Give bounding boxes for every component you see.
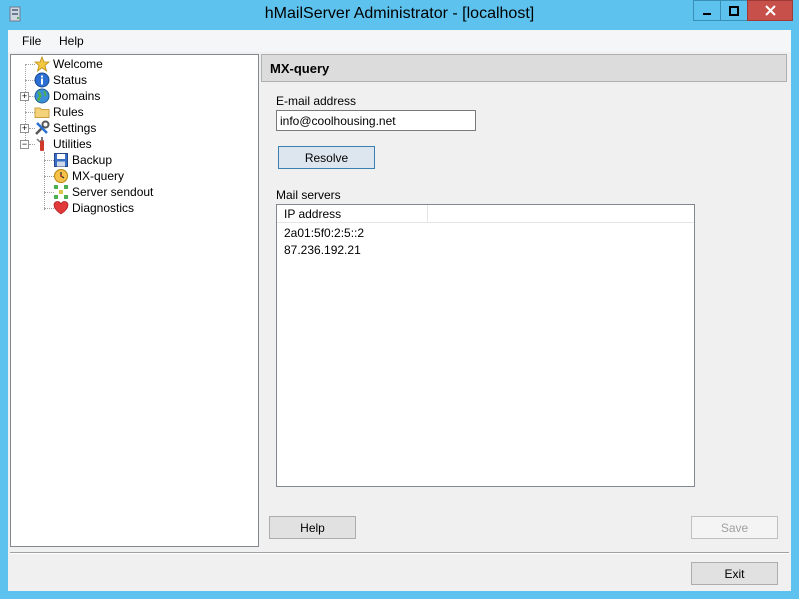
tree-item-label: Settings [53, 121, 97, 135]
minimize-icon [703, 12, 711, 15]
settings-expander[interactable]: + [20, 124, 29, 133]
tree-item-label: Backup [72, 153, 113, 167]
floppy-icon [54, 153, 68, 167]
utilities-icon [36, 137, 44, 151]
page-title: MX-query [270, 61, 330, 76]
exit-button[interactable]: Exit [691, 562, 778, 585]
save-button[interactable]: Save [691, 516, 778, 539]
tree-item-server-sendout[interactable]: Server sendout [53, 184, 153, 200]
title-bar[interactable]: hMailServer Administrator - [localhost] [0, 0, 799, 30]
globe-icon [34, 88, 50, 104]
domains-expander[interactable]: + [20, 92, 29, 101]
email-label: E-mail address [276, 94, 357, 108]
column-header-ip-address[interactable]: IP address [277, 205, 428, 223]
main-window: hMailServer Administrator - [localhost] … [0, 0, 799, 599]
tree-item-label: Diagnostics [72, 201, 135, 215]
tree-item-settings[interactable]: Settings [34, 120, 96, 136]
maximize-icon [729, 5, 739, 16]
tools-icon [35, 120, 50, 135]
panel-header: MX-query [261, 54, 787, 82]
window-title: hMailServer Administrator - [localhost] [264, 5, 535, 22]
tree-item-welcome[interactable]: Welcome [34, 56, 103, 72]
tree-item-backup[interactable]: Backup [53, 152, 112, 168]
tree-item-label: Rules [53, 105, 84, 119]
mail-servers-label: Mail servers [276, 188, 341, 202]
sendout-icon [54, 185, 68, 199]
divider [10, 552, 789, 554]
info-icon [34, 72, 50, 88]
tree-item-label: Server sendout [72, 185, 154, 199]
menu-bar: File Help [8, 30, 791, 52]
email-input[interactable] [276, 110, 476, 131]
heart-icon [53, 201, 69, 215]
menu-help[interactable]: Help [59, 34, 84, 48]
tree-item-label: MX-query [72, 169, 125, 183]
column-header-filler [428, 205, 694, 223]
maximize-button[interactable] [720, 0, 747, 21]
star-icon [34, 56, 50, 72]
resolve-button[interactable]: Resolve [278, 146, 375, 169]
tree-item-diagnostics[interactable]: Diagnostics [53, 200, 134, 216]
tree-item-mx-query[interactable]: MX-query [53, 168, 124, 184]
client-area: File Help + + − Welcome Status Domains R… [8, 30, 791, 591]
tree-item-domains[interactable]: Domains [34, 88, 100, 104]
help-button[interactable]: Help [269, 516, 356, 539]
tree-item-rules[interactable]: Rules [34, 104, 84, 120]
tree-item-label: Domains [53, 89, 101, 103]
tree-item-label: Utilities [53, 137, 92, 151]
menu-file[interactable]: File [22, 34, 41, 48]
list-item[interactable]: 87.236.192.21 [284, 243, 361, 257]
tree-item-label: Welcome [53, 57, 103, 71]
tree-line [25, 64, 26, 146]
mx-query-icon [54, 169, 68, 183]
folder-icon [34, 107, 50, 118]
mail-servers-list[interactable]: IP address 2a01:5f0:2:5::2 87.236.192.21 [276, 204, 695, 487]
close-icon [764, 5, 776, 16]
tree-item-utilities[interactable]: Utilities [34, 136, 92, 152]
tree-item-label: Status [53, 73, 88, 87]
close-button[interactable] [747, 0, 793, 21]
tree-item-status[interactable]: Status [34, 72, 87, 88]
navigation-tree[interactable]: + + − Welcome Status Domains Rules Setti… [10, 54, 259, 547]
minimize-button[interactable] [693, 0, 720, 21]
utilities-expander[interactable]: − [20, 140, 29, 149]
list-item[interactable]: 2a01:5f0:2:5::2 [284, 226, 364, 240]
